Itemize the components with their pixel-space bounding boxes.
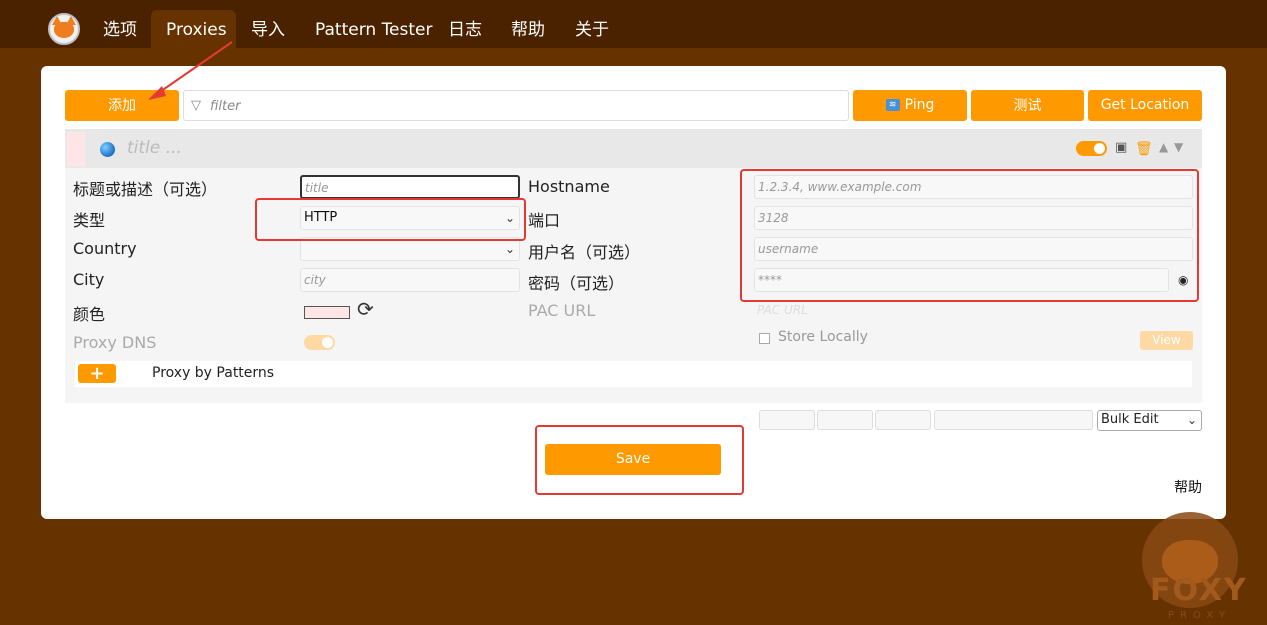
- type-label: 类型: [73, 211, 106, 230]
- annotation-highlight-type: [255, 198, 526, 241]
- filter-box: ▽: [183, 90, 849, 121]
- watermark-subtext: PROXY: [1168, 610, 1232, 621]
- country-label: Country: [73, 239, 137, 258]
- annotation-highlight-save: [535, 425, 744, 495]
- store-locally-checkbox[interactable]: [759, 333, 770, 344]
- tab-pattern-tester[interactable]: Pattern Tester: [300, 10, 448, 48]
- tab-log[interactable]: 日志: [433, 10, 497, 48]
- title-input[interactable]: title: [300, 175, 520, 199]
- add-pattern-button[interactable]: +: [78, 364, 116, 383]
- view-button[interactable]: View: [1140, 331, 1193, 350]
- chevron-down-icon: ⌄: [1186, 413, 1197, 427]
- proxy-by-patterns-label: Proxy by Patterns: [152, 365, 275, 381]
- proxy-card-header[interactable]: title ... ▣ 🗑 ▲ ▼: [65, 129, 1202, 168]
- color-swatch[interactable]: [304, 306, 350, 319]
- save-icon[interactable]: ▣: [1115, 140, 1127, 155]
- proxy-dns-label: Proxy DNS: [73, 333, 157, 352]
- city-input[interactable]: city: [300, 268, 520, 292]
- hostname-label: Hostname: [528, 177, 610, 196]
- annotation-arrow-icon: [148, 41, 233, 100]
- pac-url-label: PAC URL: [528, 301, 596, 320]
- foxyproxy-logo-icon: [48, 13, 80, 45]
- bulk-field-1[interactable]: [759, 410, 815, 430]
- bulk-edit-value: Bulk Edit: [1101, 412, 1159, 427]
- ping-label: Ping: [904, 97, 935, 113]
- pac-url-input[interactable]: PAC URL: [754, 299, 1193, 323]
- ping-button[interactable]: ≋ Ping: [853, 90, 967, 121]
- refresh-color-icon[interactable]: ⟳: [357, 297, 374, 321]
- color-label: 颜色: [73, 305, 106, 324]
- move-up-icon[interactable]: ▲: [1159, 140, 1168, 154]
- tab-help[interactable]: 帮助: [496, 10, 560, 48]
- proxy-dns-toggle[interactable]: [304, 335, 335, 350]
- password-label: 密码（可选）: [528, 274, 625, 293]
- bulk-field-3[interactable]: [875, 410, 931, 430]
- watermark-text: FOXY: [1150, 573, 1248, 608]
- city-label: City: [73, 270, 105, 289]
- proxy-title: title ...: [127, 138, 182, 158]
- proxy-color-strip: [67, 132, 85, 166]
- move-down-icon[interactable]: ▼: [1174, 140, 1183, 154]
- port-label: 端口: [528, 211, 561, 230]
- globe-icon: [100, 142, 115, 157]
- wifi-icon: ≋: [885, 99, 900, 111]
- chevron-down-icon: ⌄: [504, 242, 515, 256]
- filter-input[interactable]: [208, 96, 812, 116]
- proxy-by-patterns-row: + Proxy by Patterns: [75, 361, 1192, 387]
- test-button[interactable]: 测试: [971, 90, 1084, 121]
- bulk-edit-select[interactable]: Bulk Edit ⌄: [1097, 410, 1202, 431]
- help-link[interactable]: 帮助: [1174, 477, 1202, 497]
- store-locally-label: Store Locally: [778, 329, 868, 345]
- username-label: 用户名（可选）: [528, 243, 641, 262]
- trash-icon[interactable]: 🗑: [1135, 141, 1153, 157]
- proxy-enable-toggle[interactable]: [1076, 141, 1107, 156]
- get-location-button[interactable]: Get Location: [1088, 90, 1202, 121]
- tab-about[interactable]: 关于: [560, 10, 624, 48]
- bulk-field-4[interactable]: [934, 410, 1093, 430]
- title-label: 标题或描述（可选）: [73, 180, 218, 199]
- tab-import[interactable]: 导入: [236, 10, 300, 48]
- annotation-highlight-credentials: [740, 169, 1199, 302]
- bulk-field-2[interactable]: [817, 410, 873, 430]
